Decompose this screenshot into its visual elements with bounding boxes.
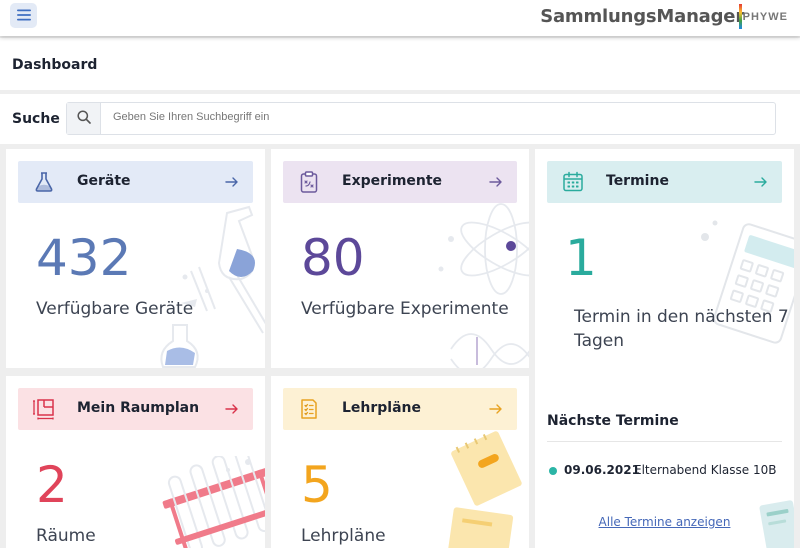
search-button[interactable] xyxy=(67,103,101,134)
top-bar: SammlungsManager PHYWE xyxy=(0,0,800,36)
app-title: SammlungsManager xyxy=(540,6,744,27)
arrow-right-icon xyxy=(225,172,239,192)
checklist-icon xyxy=(297,397,321,421)
raumplan-label: Räume xyxy=(36,526,96,546)
notepad-illustration xyxy=(447,431,522,548)
calendar-icon xyxy=(561,170,585,194)
geraete-count: 432 xyxy=(36,229,132,287)
card-header-raumplan[interactable]: Mein Raumplan xyxy=(18,388,253,430)
brand-logo: PHYWE xyxy=(742,11,788,23)
hamburger-menu-icon xyxy=(16,6,31,25)
card-raumplan: Mein Raumplan 2 Räume xyxy=(6,376,265,548)
event-date: 09.06.2021 xyxy=(564,463,640,477)
notebook-illustration xyxy=(759,500,794,548)
card-title-raumplan: Mein Raumplan xyxy=(77,400,200,416)
card-experimente: Experimente 80 Verfügbare Experimente xyxy=(271,149,529,368)
search-label: Suche xyxy=(12,111,60,127)
lab-equipment-illustration xyxy=(160,205,265,368)
arrow-right-icon xyxy=(754,172,768,192)
atom-dna-illustration xyxy=(438,203,529,368)
card-termine: Termine 1 Termin in den nächsten 7 Tagen… xyxy=(535,149,794,548)
card-header-lehrplaene[interactable]: Lehrpläne xyxy=(283,388,517,430)
flask-icon xyxy=(32,170,56,194)
card-header-geraete[interactable]: Geräte xyxy=(18,161,253,203)
test-tube-rack-illustration xyxy=(162,456,265,548)
card-header-experimente[interactable]: Experimente xyxy=(283,161,517,203)
search-input[interactable] xyxy=(113,111,753,123)
divider xyxy=(547,441,782,442)
event-name: Elternabend Klasse 10B xyxy=(634,463,777,477)
card-title-lehrplaene: Lehrpläne xyxy=(342,400,422,416)
lehrplaene-label: Lehrpläne xyxy=(301,526,386,546)
card-lehrplaene: Lehrpläne 5 Lehrpläne xyxy=(271,376,529,548)
card-header-termine[interactable]: Termine xyxy=(547,161,782,203)
arrow-right-icon xyxy=(225,399,239,419)
search-box[interactable] xyxy=(66,102,776,135)
upcoming-title: Nächste Termine xyxy=(547,413,679,429)
search-section: Suche xyxy=(0,94,800,144)
lehrplaene-count: 5 xyxy=(301,456,333,514)
floorplan-icon xyxy=(32,397,56,421)
geraete-label: Verfügbare Geräte xyxy=(36,299,194,319)
logo-divider xyxy=(739,4,742,29)
card-title-experimente: Experimente xyxy=(342,173,443,189)
search-icon xyxy=(76,109,91,128)
all-termine-link[interactable]: Alle Termine anzeigen xyxy=(535,515,794,529)
card-title-termine: Termine xyxy=(606,173,669,189)
event-status-dot xyxy=(549,467,557,475)
menu-button[interactable] xyxy=(10,3,37,28)
page-title: Dashboard xyxy=(12,57,98,73)
card-title-geraete: Geräte xyxy=(77,173,131,189)
experimente-count: 80 xyxy=(301,229,365,287)
page-header: Dashboard xyxy=(0,38,800,90)
raumplan-count: 2 xyxy=(36,456,68,514)
card-geraete: Geräte 432 Verfügbare Geräte xyxy=(6,149,265,368)
termine-label: Termin in den nächsten 7 Tagen xyxy=(574,307,789,351)
arrow-right-icon xyxy=(489,399,503,419)
clipboard-icon xyxy=(297,170,321,194)
termine-count: 1 xyxy=(565,229,597,287)
arrow-right-icon xyxy=(489,172,503,192)
experimente-label: Verfügbare Experimente xyxy=(301,299,509,319)
